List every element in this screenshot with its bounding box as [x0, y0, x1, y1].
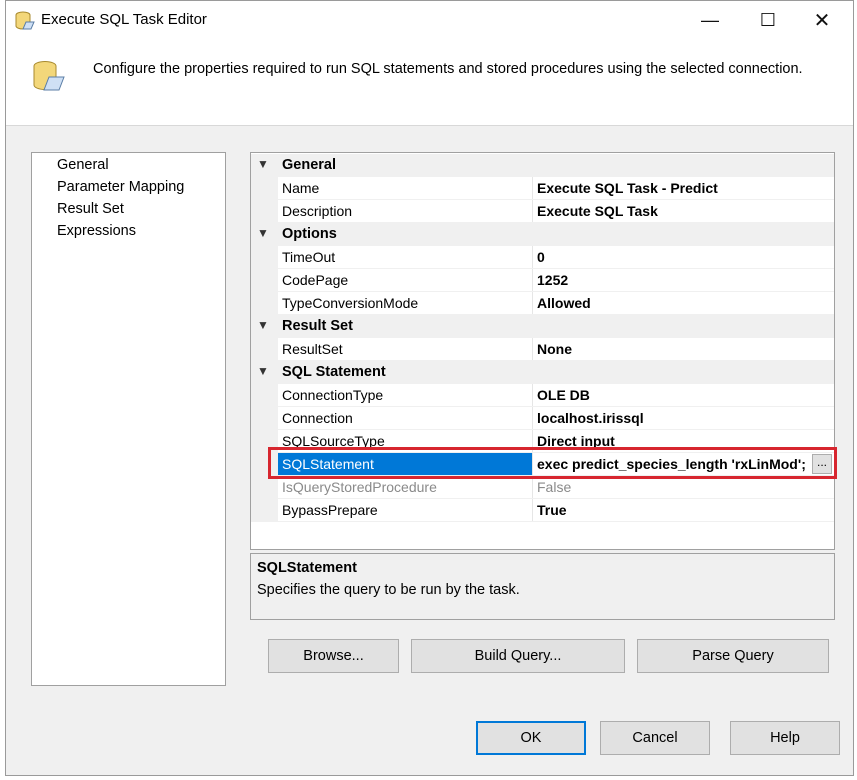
minimize-button[interactable]: —: [687, 1, 733, 39]
help-button[interactable]: Help: [730, 721, 840, 755]
property-row-isquerystoredprocedure: IsQueryStoredProcedure False: [251, 476, 834, 499]
collapse-caret-icon[interactable]: ▼: [257, 157, 269, 171]
category-options[interactable]: ▼ Options: [251, 223, 834, 246]
property-value[interactable]: Execute SQL Task - Predict: [533, 177, 834, 199]
cancel-button[interactable]: Cancel: [600, 721, 710, 755]
category-general[interactable]: ▼ General: [251, 154, 834, 177]
header-description: Configure the properties required to run…: [93, 61, 803, 77]
sql-task-header-icon: [33, 61, 65, 91]
category-result-set[interactable]: ▼ Result Set: [251, 315, 834, 338]
property-grid: ▼ General Name Execute SQL Task - Predic…: [250, 152, 835, 550]
property-row-description[interactable]: Description Execute SQL Task: [251, 200, 834, 223]
browse-button[interactable]: Browse...: [268, 639, 399, 673]
property-name: TimeOut: [278, 246, 533, 268]
property-value[interactable]: 1252: [533, 269, 834, 291]
window-title: Execute SQL Task Editor: [41, 11, 207, 28]
ok-button[interactable]: OK: [476, 721, 586, 755]
property-row-name[interactable]: Name Execute SQL Task - Predict: [251, 177, 834, 200]
nav-item-parameter-mapping[interactable]: Parameter Mapping: [57, 179, 184, 195]
property-value[interactable]: Direct input: [533, 430, 834, 452]
nav-item-general[interactable]: General: [57, 157, 109, 173]
page-navigation-list: General Parameter Mapping Result Set Exp…: [31, 152, 226, 686]
dialog-header: Configure the properties required to run…: [6, 39, 853, 126]
collapse-caret-icon[interactable]: ▼: [257, 318, 269, 332]
property-value[interactable]: True: [533, 499, 834, 521]
property-row-codepage[interactable]: CodePage 1252: [251, 269, 834, 292]
property-value[interactable]: Allowed: [533, 292, 834, 314]
category-label: Result Set: [282, 318, 353, 334]
sqlstatement-ellipsis-button[interactable]: ...: [812, 454, 832, 474]
category-label: General: [282, 157, 336, 173]
property-description-panel: SQLStatement Specifies the query to be r…: [250, 553, 835, 620]
close-button[interactable]: ✕: [799, 1, 845, 39]
property-value: False: [537, 479, 572, 495]
property-row-resultset[interactable]: ResultSet None: [251, 338, 834, 361]
property-name: Connection: [278, 407, 533, 429]
parse-query-button[interactable]: Parse Query: [637, 639, 829, 673]
property-name: ConnectionType: [278, 384, 533, 406]
nav-item-expressions[interactable]: Expressions: [57, 223, 136, 239]
property-name: SQLStatement: [278, 453, 533, 475]
maximize-button[interactable]: ☐: [745, 1, 791, 39]
sql-task-app-icon: [15, 11, 35, 30]
category-label: Options: [282, 226, 337, 242]
collapse-caret-icon[interactable]: ▼: [257, 364, 269, 378]
property-name: ResultSet: [278, 338, 533, 360]
property-row-timeout[interactable]: TimeOut 0: [251, 246, 834, 269]
description-text: Specifies the query to be run by the tas…: [257, 582, 520, 598]
property-row-sqlsourcetype[interactable]: SQLSourceType Direct input: [251, 430, 834, 453]
property-name: TypeConversionMode: [278, 292, 533, 314]
property-name: Name: [278, 177, 533, 199]
property-name: CodePage: [278, 269, 533, 291]
property-row-sqlstatement[interactable]: SQLStatement exec predict_species_length…: [251, 453, 834, 476]
property-name: IsQueryStoredProcedure: [278, 476, 533, 498]
description-title: SQLStatement: [257, 560, 357, 576]
property-row-typeconversionmode[interactable]: TypeConversionMode Allowed: [251, 292, 834, 315]
property-value[interactable]: None: [533, 338, 834, 360]
property-value[interactable]: localhost.irissql: [533, 407, 834, 429]
collapse-caret-icon[interactable]: ▼: [257, 226, 269, 240]
property-value[interactable]: Execute SQL Task: [533, 200, 834, 222]
build-query-button[interactable]: Build Query...: [411, 639, 625, 673]
nav-item-result-set[interactable]: Result Set: [57, 201, 124, 217]
property-value[interactable]: OLE DB: [533, 384, 834, 406]
property-name: BypassPrepare: [278, 499, 533, 521]
property-name: SQLSourceType: [278, 430, 533, 452]
property-row-connectiontype[interactable]: ConnectionType OLE DB: [251, 384, 834, 407]
category-label: SQL Statement: [282, 364, 386, 380]
property-name: Description: [278, 200, 533, 222]
property-row-bypassprepare[interactable]: BypassPrepare True: [251, 499, 834, 522]
property-row-connection[interactable]: Connection localhost.irissql: [251, 407, 834, 430]
dialog-window: Execute SQL Task Editor — ☐ ✕ Configure …: [5, 0, 854, 776]
property-value[interactable]: exec predict_species_length 'rxLinMod';: [533, 453, 834, 475]
category-sql-statement[interactable]: ▼ SQL Statement: [251, 361, 834, 384]
title-bar: Execute SQL Task Editor — ☐ ✕: [6, 1, 853, 39]
property-value[interactable]: 0: [533, 246, 834, 268]
